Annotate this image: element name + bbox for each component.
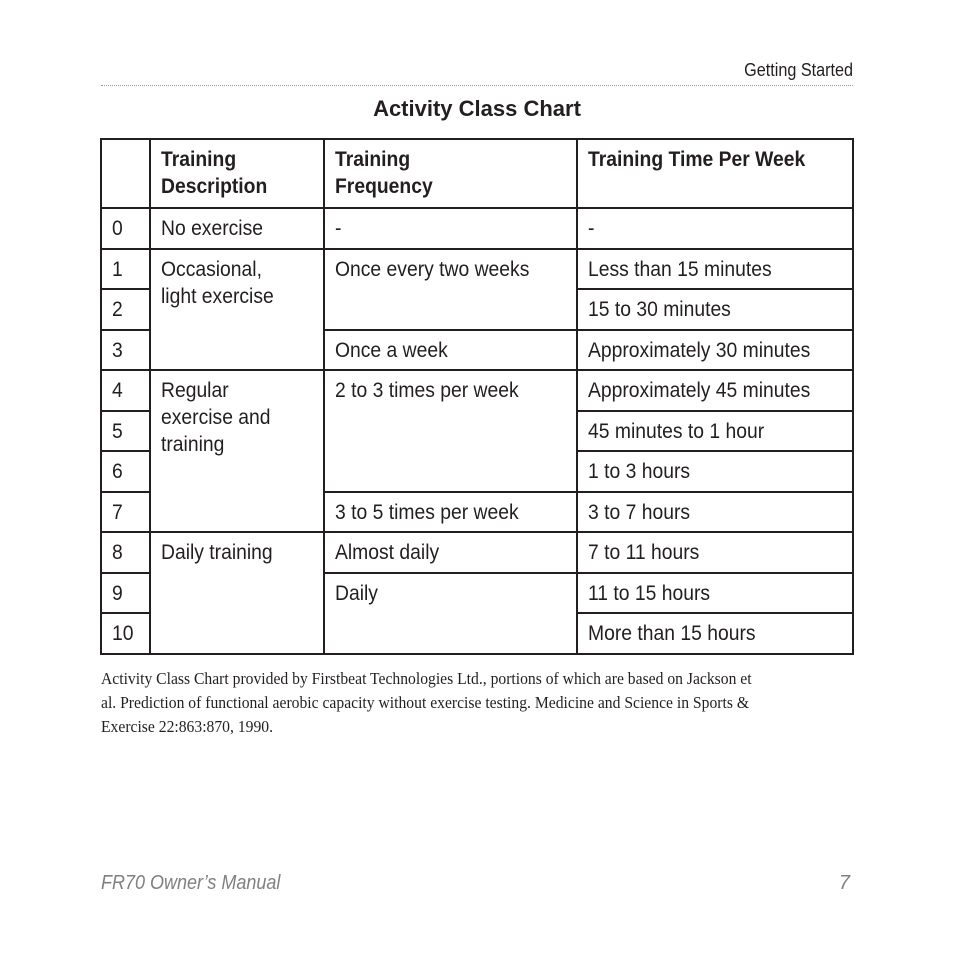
- time-cell-text: 3 to 7 hours: [588, 501, 691, 524]
- description-cell-text: Occasional, light exercise: [161, 258, 274, 308]
- frequencie-cell-text: -: [335, 217, 342, 240]
- header-time-text: Training Time Per Week: [588, 148, 806, 171]
- description-cell: No exercise: [149, 207, 325, 250]
- time-cell: Approximately 30 minutes: [576, 329, 854, 371]
- class-cell-text: 2: [112, 298, 123, 321]
- header-description: Training Description: [149, 138, 325, 209]
- page-number: 7: [838, 872, 850, 894]
- time-cell-text: 11 to 15 hours: [588, 582, 711, 605]
- frequencie-cell-text: Almost daily: [335, 541, 440, 564]
- footer-manual-title: FR70 Owner’s Manual: [101, 872, 281, 894]
- time-cell-text: 45 minutes to 1 hour: [588, 420, 765, 443]
- frequencie-cell-text: Daily: [335, 582, 378, 605]
- time-cell: 7 to 11 hours: [576, 531, 854, 574]
- description-cell-text: Daily training: [161, 541, 273, 564]
- frequencie-cell-text: Once a week: [335, 339, 448, 362]
- class-cell-text: 4: [112, 379, 123, 402]
- time-cell: Less than 15 minutes: [576, 248, 854, 290]
- frequencie-cell: 3 to 5 times per week: [323, 491, 578, 533]
- footnote-text: Activity Class Chart provided by Firstbe…: [101, 669, 752, 736]
- time-cell: 15 to 30 minutes: [576, 288, 854, 331]
- class-cell: 7: [100, 491, 151, 533]
- description-cell: Regular exercise and training: [149, 369, 325, 533]
- time-cell: -: [576, 207, 854, 250]
- time-cell-text: 15 to 30 minutes: [588, 298, 731, 321]
- frequencie-cell-text: 3 to 5 times per week: [335, 501, 519, 524]
- header-time: Training Time Per Week: [576, 138, 854, 209]
- class-cell-text: 6: [112, 460, 123, 483]
- time-cell: 1 to 3 hours: [576, 450, 854, 493]
- class-cell: 9: [100, 572, 151, 614]
- header-frequency-text: Training Frequency: [335, 148, 433, 198]
- time-cell-text: -: [588, 217, 595, 240]
- time-cell-text: Less than 15 minutes: [588, 258, 772, 281]
- class-cell-text: 0: [112, 217, 123, 240]
- time-cell-text: More than 15 hours: [588, 622, 756, 645]
- description-cell: Occasional, light exercise: [149, 248, 325, 371]
- footnote: Activity Class Chart provided by Firstbe…: [101, 667, 861, 739]
- class-cell: 1: [100, 248, 151, 290]
- frequencie-cell-text: Once every two weeks: [335, 258, 530, 281]
- frequencie-cell-text: 2 to 3 times per week: [335, 379, 519, 402]
- class-cell: 0: [100, 207, 151, 250]
- section-header: Getting Started: [744, 60, 853, 80]
- header-class: [100, 138, 151, 209]
- time-cell-text: Approximately 45 minutes: [588, 379, 811, 402]
- frequencie-cell: -: [323, 207, 578, 250]
- header-divider: [101, 85, 853, 86]
- frequencie-cell: Once every two weeks: [323, 248, 578, 331]
- description-cell-text: No exercise: [161, 217, 264, 240]
- class-cell: 4: [100, 369, 151, 412]
- class-cell-text: 9: [112, 582, 123, 605]
- table-title: Activity Class Chart: [373, 96, 581, 121]
- class-cell: 8: [100, 531, 151, 574]
- description-cell-text: Regular exercise and training: [161, 379, 271, 456]
- class-cell-text: 3: [112, 339, 123, 362]
- description-cell: Daily training: [149, 531, 325, 655]
- class-cell-text: 5: [112, 420, 123, 443]
- class-cell: 2: [100, 288, 151, 331]
- frequencie-cell: Daily: [323, 572, 578, 655]
- class-cell: 6: [100, 450, 151, 493]
- header-description-text: Training Description: [161, 148, 268, 198]
- time-cell: 11 to 15 hours: [576, 572, 854, 614]
- frequencie-cell: 2 to 3 times per week: [323, 369, 578, 493]
- time-cell: Approximately 45 minutes: [576, 369, 854, 412]
- class-cell: 10: [100, 612, 151, 655]
- frequencie-cell: Almost daily: [323, 531, 578, 574]
- class-cell: 3: [100, 329, 151, 371]
- class-cell: 5: [100, 410, 151, 452]
- time-cell: 45 minutes to 1 hour: [576, 410, 854, 452]
- time-cell: 3 to 7 hours: [576, 491, 854, 533]
- time-cell: More than 15 hours: [576, 612, 854, 655]
- class-cell-text: 1: [112, 258, 123, 281]
- class-cell-text: 10: [112, 622, 134, 645]
- class-cell-text: 8: [112, 541, 123, 564]
- header-frequency: Training Frequency: [323, 138, 578, 209]
- time-cell-text: Approximately 30 minutes: [588, 339, 811, 362]
- class-cell-text: 7: [112, 501, 123, 524]
- time-cell-text: 1 to 3 hours: [588, 460, 691, 483]
- time-cell-text: 7 to 11 hours: [588, 541, 700, 564]
- frequencie-cell: Once a week: [323, 329, 578, 371]
